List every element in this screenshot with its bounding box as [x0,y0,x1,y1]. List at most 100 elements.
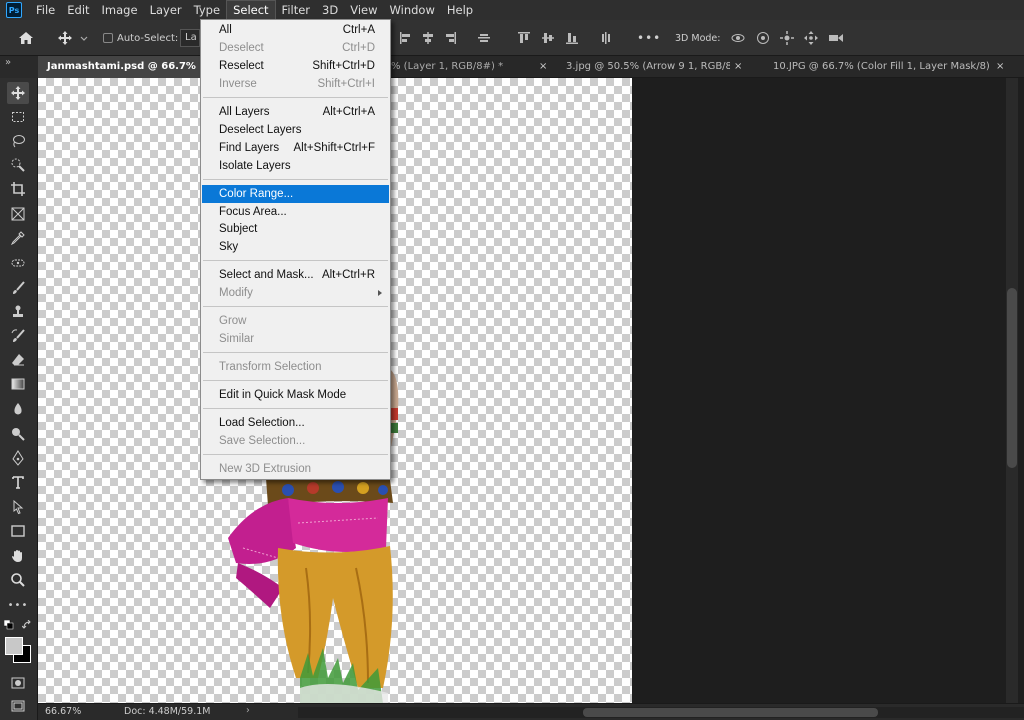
foreground-color-swatch[interactable] [5,637,23,655]
path-selection-tool-icon[interactable] [7,496,29,518]
menu-item-transform-selection[interactable]: Transform Selection [202,358,389,376]
eyedropper-tool-icon[interactable] [7,227,29,249]
frame-tool-icon[interactable] [7,203,29,225]
brush-tool-icon[interactable] [7,277,29,299]
menu-item-reselect[interactable]: Reselect Shift+Ctrl+D [202,57,389,75]
auto-select-dropdown[interactable]: La [180,29,200,47]
menu-item-save-selection[interactable]: Save Selection... [202,432,389,450]
vertical-scrollbar[interactable] [1006,78,1018,703]
menu-item-isolate-layers[interactable]: Isolate Layers [202,157,389,175]
align-top-icon[interactable] [516,30,532,46]
swap-colors-icon[interactable] [22,620,32,630]
zoom-tool-icon[interactable] [7,569,29,591]
eraser-tool-icon[interactable] [7,349,29,371]
distribute-vertical-icon[interactable] [598,30,614,46]
align-center-icon[interactable] [420,30,436,46]
tab-janmashtami[interactable]: Janmashtami.psd @ 66.7% (Lay [38,56,201,78]
select-menu-dropdown: All Ctrl+A Deselect Ctrl+D Reselect Shift+C… [200,19,391,480]
3d-orbit-icon[interactable] [730,30,746,46]
menu-item-new-3d-extrusion[interactable]: New 3D Extrusion [202,460,389,478]
move-tool-icon[interactable] [57,30,73,46]
lasso-tool-icon[interactable] [7,130,29,152]
type-tool-icon[interactable] [7,471,29,493]
horizontal-scrollbar[interactable] [298,707,1024,718]
menu-help[interactable]: Help [441,0,479,20]
zoom-level[interactable]: 66.67% [45,706,81,717]
rectangle-tool-icon[interactable] [7,520,29,542]
status-menu-arrow-icon[interactable]: › [246,705,250,716]
document-tabs: Janmashtami.psd @ 66.7% (Lay % (Layer 1,… [38,56,1024,78]
tab-close-icon[interactable]: × [539,56,551,78]
marquee-tool-icon[interactable] [7,106,29,128]
gradient-tool-icon[interactable] [7,373,29,395]
menu-item-focus-area[interactable]: Focus Area... [202,203,389,221]
menu-file[interactable]: File [30,0,61,20]
menu-item-load-selection[interactable]: Load Selection... [202,414,389,432]
tab-layer-1[interactable]: % (Layer 1, RGB/8#) * [391,56,537,78]
menu-edit[interactable]: Edit [61,0,95,20]
menu-3d[interactable]: 3D [316,0,344,20]
menu-item-sky[interactable]: Sky [202,238,389,256]
history-brush-tool-icon[interactable] [7,325,29,347]
menu-layer[interactable]: Layer [144,0,188,20]
3d-pan-icon[interactable] [779,30,795,46]
menu-separator [203,380,388,381]
screen-mode-icon[interactable] [7,695,29,717]
menu-item-grow[interactable]: Grow [202,312,389,330]
horizontal-scroll-thumb[interactable] [583,708,878,717]
menu-item-subject[interactable]: Subject [202,220,389,238]
tab-10-jpg[interactable]: 10.JPG @ 66.7% (Color Fill 1, Layer Mask… [773,56,991,78]
dodge-tool-icon[interactable] [7,423,29,445]
default-colors-icon[interactable] [4,620,14,630]
distribute-icon[interactable] [476,30,492,46]
3d-roll-icon[interactable] [755,30,771,46]
crop-tool-icon[interactable] [7,178,29,200]
healing-brush-tool-icon[interactable] [7,252,29,274]
menu-item-all-layers[interactable]: All Layers Alt+Ctrl+A [202,103,389,121]
chevron-down-icon[interactable] [79,30,89,46]
align-middle-icon[interactable] [540,30,556,46]
canvas-area[interactable] [38,78,1024,703]
align-right-icon[interactable] [442,30,458,46]
menu-item-quick-mask-mode[interactable]: Edit in Quick Mask Mode [202,386,389,404]
collapse-dock-toggle[interactable]: » [5,57,11,68]
menu-item-deselect-layers[interactable]: Deselect Layers [202,121,389,139]
tab-close-icon[interactable]: × [996,56,1008,78]
menu-view[interactable]: View [344,0,383,20]
align-bottom-icon[interactable] [564,30,580,46]
menu-item-inverse[interactable]: Inverse Shift+Ctrl+I [202,75,389,93]
3d-slide-icon[interactable] [803,30,819,46]
tab-close-icon[interactable]: × [734,56,746,78]
menu-item-all[interactable]: All Ctrl+A [202,21,389,39]
clone-stamp-tool-icon[interactable] [7,301,29,323]
menu-item-similar[interactable]: Similar [202,330,389,348]
blur-tool-icon[interactable] [7,398,29,420]
menu-select[interactable]: Select [226,0,276,20]
vertical-scroll-thumb[interactable] [1007,288,1017,468]
menu-item-select-and-mask[interactable]: Select and Mask... Alt+Ctrl+R [202,266,389,284]
menu-separator [203,97,388,98]
3d-scale-icon[interactable] [828,30,844,46]
menu-item-find-layers[interactable]: Find Layers Alt+Shift+Ctrl+F [202,139,389,157]
pen-tool-icon[interactable] [7,447,29,469]
quick-selection-tool-icon[interactable] [7,154,29,176]
move-tool-icon[interactable] [7,82,29,104]
menu-separator [203,454,388,455]
home-icon[interactable] [18,30,34,46]
dock-strip: » [0,56,38,78]
menu-item-color-range[interactable]: Color Range... [202,185,389,203]
auto-select-label: Auto-Select: [117,32,179,44]
menu-item-deselect[interactable]: Deselect Ctrl+D [202,39,389,57]
menu-window[interactable]: Window [384,0,441,20]
tab-3-jpg[interactable]: 3.jpg @ 50.5% (Arrow 9 1, RGB/8) * [566,56,730,78]
menu-filter[interactable]: Filter [276,0,316,20]
more-options-button[interactable]: ••• [637,20,661,56]
align-left-icon[interactable] [398,30,414,46]
menu-item-modify[interactable]: Modify [202,284,389,302]
quick-mask-icon[interactable] [7,672,29,694]
auto-select-checkbox[interactable]: Auto-Select: [103,20,178,56]
edit-toolbar-button[interactable]: ••• [7,594,29,616]
menu-image[interactable]: Image [96,0,144,20]
hand-tool-icon[interactable] [7,545,29,567]
menu-type[interactable]: Type [188,0,226,20]
